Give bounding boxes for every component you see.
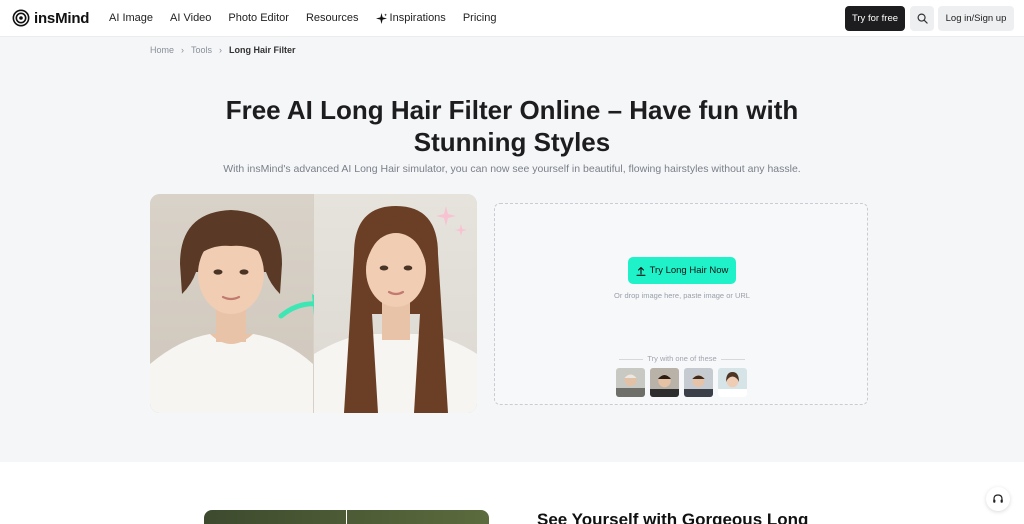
breadcrumb: Home › Tools › Long Hair Filter [150, 45, 303, 55]
search-button[interactable] [910, 6, 934, 31]
brand-logo[interactable]: insMind [12, 9, 89, 27]
before-after-demo-image [150, 194, 477, 413]
upload-icon [636, 266, 646, 276]
search-icon [917, 13, 928, 24]
nav-item-label: AI Video [170, 12, 212, 24]
breadcrumb-separator: › [181, 45, 185, 55]
sample-images [616, 368, 752, 397]
upload-button-label: Try Long Hair Now [649, 265, 729, 276]
section-title: See Yourself with Gorgeous Long [537, 510, 809, 524]
samples-label: Try with one of these [495, 354, 869, 363]
nav-item-label: Photo Editor [228, 12, 289, 24]
nav-item-pricing[interactable]: Pricing [463, 12, 497, 24]
try-long-hair-now-button[interactable]: Try Long Hair Now [628, 257, 736, 284]
breadcrumb-current: Long Hair Filter [229, 45, 296, 55]
breadcrumb-tools[interactable]: Tools [191, 45, 212, 55]
sample-image-3[interactable] [684, 368, 713, 397]
sparkle-icon [375, 12, 387, 24]
nav-item-label: Resources [305, 12, 359, 24]
brand-name: insMind [34, 9, 90, 27]
top-nav-bar: insMind AI Image AI Video Photo Editor R… [0, 0, 1024, 37]
breadcrumb-home[interactable]: Home [150, 45, 174, 55]
before-image [150, 194, 330, 413]
nav-item-label: Pricing [462, 12, 497, 24]
nav-item-ai-video[interactable]: AI Video [170, 12, 211, 24]
lower-section-image [204, 510, 489, 524]
sample-image-4[interactable] [718, 368, 747, 397]
try-for-free-button[interactable]: Try for free [845, 6, 905, 31]
nav-item-inspirations[interactable]: Inspirations [375, 12, 446, 24]
sparkle-decoration-icon [436, 206, 467, 236]
main-nav: AI Image AI Video Photo Editor Resources… [109, 12, 513, 24]
nav-item-label: AI Image [109, 12, 154, 24]
nav-item-photo-editor[interactable]: Photo Editor [228, 12, 289, 24]
nav-item-resources[interactable]: Resources [306, 12, 359, 24]
nav-item-ai-image[interactable]: AI Image [109, 12, 153, 24]
sample-image-1[interactable] [616, 368, 645, 397]
sample-image-2[interactable] [650, 368, 679, 397]
nav-item-label: Inspirations [389, 12, 446, 24]
page-title: Free AI Long Hair Filter Online – Have f… [225, 95, 799, 157]
login-signup-button[interactable]: Log in/Sign up [938, 6, 1014, 31]
upload-hint-text: Or drop image here, paste image or URL [614, 291, 750, 300]
headset-icon [993, 494, 1003, 503]
samples-label-text: Try with one of these [647, 354, 717, 363]
breadcrumb-separator: › [219, 45, 223, 55]
insmind-logo-icon [12, 9, 30, 27]
upload-drop-zone[interactable]: Try Long Hair Now Or drop image here, pa… [494, 203, 868, 405]
support-chat-button[interactable] [986, 487, 1010, 511]
lower-section: See Yourself with Gorgeous Long [0, 462, 1024, 524]
page-subtitle: With insMind's advanced AI Long Hair sim… [223, 163, 801, 175]
after-image [314, 194, 477, 413]
